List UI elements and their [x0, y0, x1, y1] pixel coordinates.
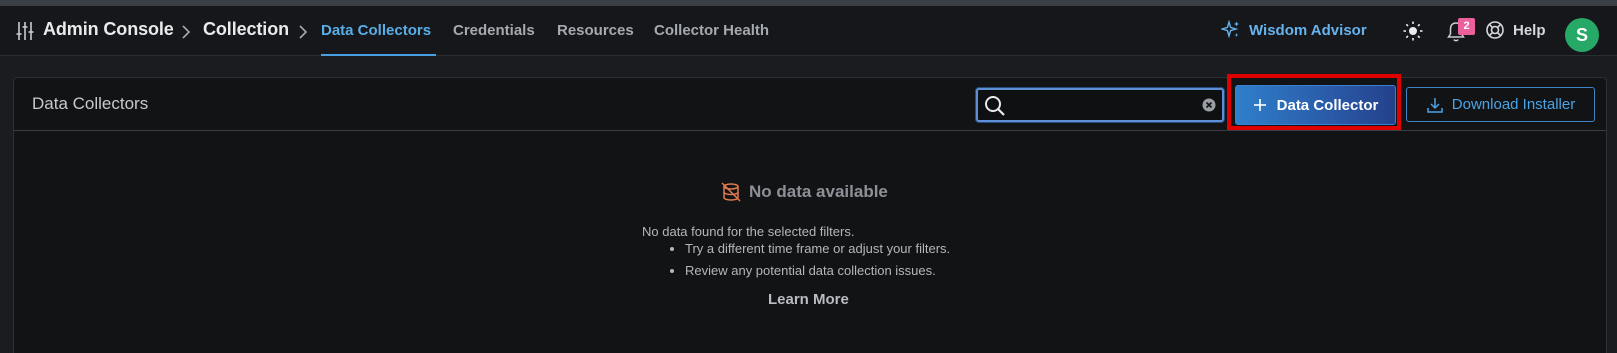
settings-sliders-icon[interactable] — [16, 21, 34, 41]
add-data-collector-label: Data Collector — [1276, 96, 1379, 114]
notification-count-badge: 2 — [1458, 18, 1475, 35]
list-item: Try a different time frame or adjust you… — [685, 238, 950, 260]
download-installer-label: Download Installer — [1451, 96, 1576, 113]
search-box[interactable] — [976, 88, 1224, 122]
empty-state-title-text: No data available — [749, 182, 888, 201]
learn-more-link[interactable]: Learn More — [768, 291, 849, 308]
lifebuoy-icon — [1486, 21, 1504, 39]
search-input[interactable] — [1012, 93, 1198, 117]
panel-header: Data Collectors Data Collector Download … — [14, 74, 1606, 131]
list-item: Review any potential data collection iss… — [685, 260, 950, 282]
tab-credentials[interactable]: Credentials — [453, 22, 535, 39]
active-tab-indicator — [321, 54, 436, 56]
empty-state-title: No data available — [721, 182, 888, 202]
wisdom-advisor-label: Wisdom Advisor — [1249, 21, 1367, 39]
help-label: Help — [1513, 21, 1546, 39]
download-icon — [1427, 97, 1443, 113]
download-installer-button[interactable]: Download Installer — [1406, 87, 1595, 122]
help-button[interactable]: Help — [1485, 20, 1546, 40]
tab-collector-health[interactable]: Collector Health — [654, 22, 769, 39]
empty-state-message: No data found for the selected filters. — [642, 224, 855, 239]
clear-icon[interactable] — [1202, 98, 1216, 112]
no-data-icon — [721, 182, 741, 202]
breadcrumb-collection[interactable]: Collection — [203, 19, 289, 40]
breadcrumb-admin-console[interactable]: Admin Console — [43, 19, 174, 40]
sun-icon[interactable] — [1403, 21, 1423, 41]
search-icon — [985, 96, 1005, 116]
plus-icon — [1253, 99, 1266, 111]
tab-resources[interactable]: Resources — [557, 22, 634, 39]
panel-title: Data Collectors — [32, 94, 149, 113]
sparkle-icon — [1221, 20, 1239, 39]
chevron-right-icon — [182, 25, 191, 39]
top-navigation-bar: Admin Console Collection Data Collectors… — [0, 6, 1617, 56]
chevron-right-icon — [299, 25, 308, 39]
wisdom-advisor-button[interactable]: Wisdom Advisor — [1221, 20, 1367, 40]
tab-data-collectors[interactable]: Data Collectors — [321, 22, 431, 39]
add-data-collector-button[interactable]: Data Collector — [1235, 85, 1396, 125]
empty-state-tips: Try a different time frame or adjust you… — [669, 238, 950, 282]
data-collectors-panel: Data Collectors Data Collector Download … — [13, 74, 1607, 353]
user-avatar[interactable]: S — [1565, 18, 1599, 52]
